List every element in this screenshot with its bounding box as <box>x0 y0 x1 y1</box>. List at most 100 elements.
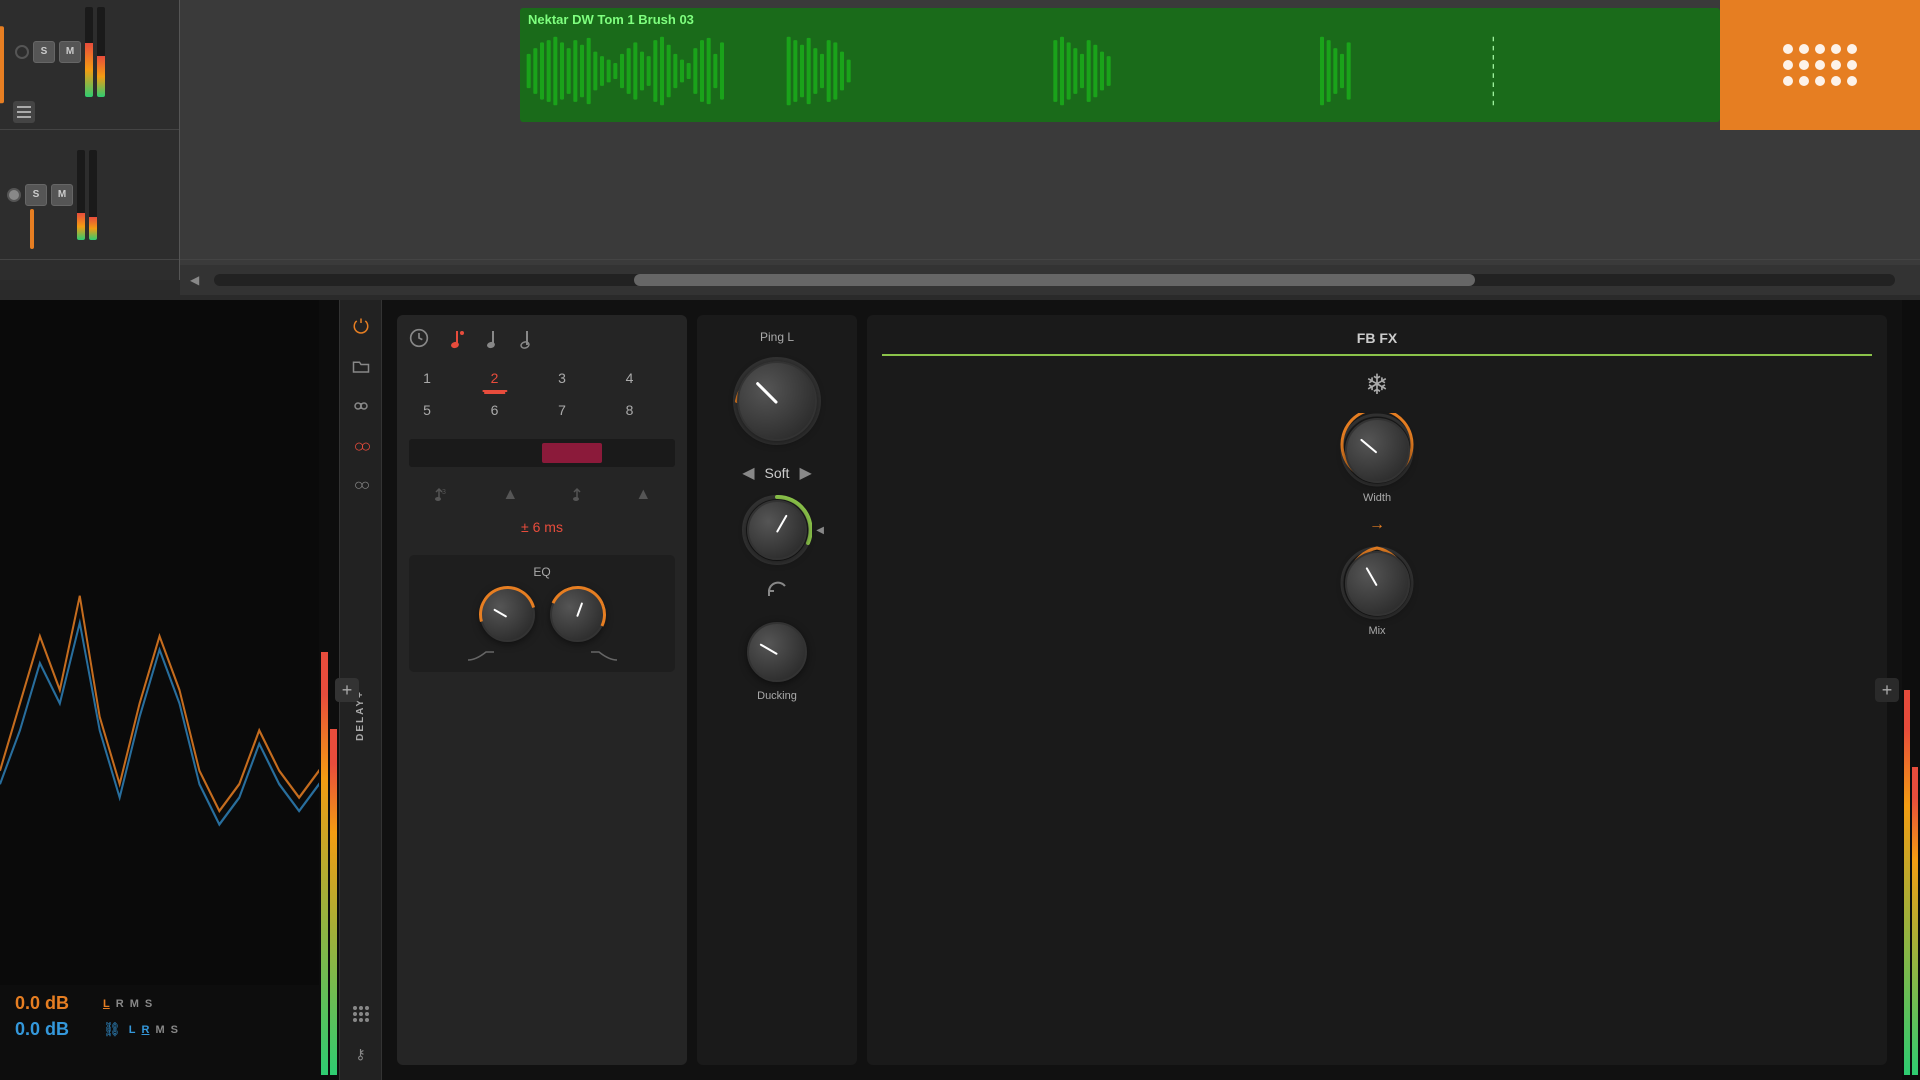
plugin-content: 1 2 3 4 5 6 7 8 <box>382 300 1902 1080</box>
db-row-blue: 0.0 dB ⛓ L R M S <box>15 1019 324 1040</box>
track-solo-1[interactable]: S <box>33 41 55 63</box>
soft-label: Soft <box>765 465 790 481</box>
note-up-arrow[interactable]: 3 <box>433 485 455 501</box>
ping-label: Ping L <box>760 330 794 344</box>
sidebar-folder-icon[interactable] <box>345 350 377 382</box>
sidebar-link-icon[interactable] <box>345 390 377 422</box>
delay-progress-bar[interactable] <box>409 439 675 467</box>
lrms-L-orange: L <box>103 998 110 1010</box>
sidebar-grid-icon[interactable] <box>345 998 377 1030</box>
reset-button[interactable] <box>765 577 789 606</box>
track-row-1: S M <box>0 0 179 130</box>
time-value-display: ± 6 ms <box>409 519 675 535</box>
ducking-label: Ducking <box>757 690 797 702</box>
eq-knob-2-container <box>550 587 605 642</box>
db-value-orange: 0.0 dB <box>15 993 95 1014</box>
width-knob[interactable] <box>1345 418 1410 483</box>
eq-knobs <box>419 587 665 642</box>
sidebar-power-icon[interactable] <box>345 310 377 342</box>
lrms-S-orange: S <box>145 998 152 1010</box>
lrms-orange: L R M S <box>103 998 152 1010</box>
link-icon[interactable]: ⛓ <box>103 1021 121 1038</box>
eq-curve-indicators <box>419 650 665 662</box>
eq-knob-2[interactable] <box>550 587 605 642</box>
fbfx-section: FB FX ❄ Width <box>867 315 1887 1065</box>
triplet-icon: 3 <box>433 485 455 504</box>
eq-curve-low <box>466 650 496 662</box>
lrms-R-orange: R <box>116 998 124 1010</box>
num-btn-8[interactable]: 8 <box>612 396 648 424</box>
delay-progress-fill <box>542 443 602 463</box>
eq-knob-1[interactable] <box>480 587 535 642</box>
half-note-icon[interactable] <box>519 327 535 349</box>
add-track-button[interactable]: + <box>335 678 359 702</box>
track-level-1b <box>97 7 105 97</box>
right-meter-right <box>1912 305 1918 1075</box>
num-btn-5[interactable]: 5 <box>409 396 445 424</box>
fbfx-header: FB FX <box>882 330 1872 356</box>
eq-label: EQ <box>419 565 665 579</box>
ducking-knob-container: Ducking <box>743 618 811 702</box>
track-mute-2[interactable]: M <box>51 184 73 206</box>
lrms-blue: L R M S <box>129 1024 178 1036</box>
waveform-area-2 <box>180 130 1920 260</box>
lrms-S-blue: S <box>171 1024 178 1036</box>
time-icons-row <box>409 327 675 349</box>
track-record-1[interactable] <box>15 45 29 59</box>
freeze-button-container: ❄ <box>882 368 1872 401</box>
mix-knob-container: Mix <box>882 546 1872 637</box>
mix-knob[interactable] <box>1345 551 1410 616</box>
fbfx-add-button[interactable]: + <box>1875 678 1899 702</box>
soft-next-arrow[interactable]: ▶ <box>799 463 811 483</box>
track-mute-1[interactable]: M <box>59 41 81 63</box>
width-label: Width <box>1363 492 1391 504</box>
track-solo-2[interactable]: S <box>25 184 47 206</box>
bitwig-logo <box>1783 44 1857 86</box>
feedback-indicator-arrow: ◀ <box>816 525 824 536</box>
eq-knob-1-container <box>480 587 535 642</box>
sidebar-circle-pair-icon[interactable]: ○○ <box>345 430 377 462</box>
svg-text:3: 3 <box>442 489 446 496</box>
num-btn-7[interactable]: 7 <box>544 396 580 424</box>
num-btn-3[interactable]: 3 <box>544 364 580 392</box>
num-btn-4[interactable]: 4 <box>612 364 648 392</box>
sidebar-key-icon[interactable]: ⚷ <box>345 1038 377 1070</box>
clip-title: Nektar DW Tom 1 Brush 03 <box>520 8 1720 31</box>
main-knob-container <box>732 356 822 446</box>
eq-section: EQ <box>409 555 675 672</box>
freeze-button[interactable]: ❄ <box>1365 368 1388 401</box>
dotted-note-icon[interactable] <box>447 327 467 349</box>
lrms-M-blue: M <box>155 1024 164 1036</box>
feedback-knob[interactable] <box>747 500 807 560</box>
num-btn-2[interactable]: 2 <box>477 364 513 392</box>
db-value-blue: 0.0 dB <box>15 1019 95 1040</box>
scrollbar-thumb[interactable] <box>634 274 1474 286</box>
clock-icon[interactable] <box>409 328 429 348</box>
num-btn-1[interactable]: 1 <box>409 364 445 392</box>
track-menu-1[interactable] <box>13 101 35 123</box>
track-record-2[interactable] <box>7 188 21 202</box>
track-row-2: S M <box>0 130 179 260</box>
daw-scrollbar[interactable]: ◀ <box>180 265 1920 295</box>
track-level-2 <box>77 150 85 240</box>
main-knob[interactable] <box>737 361 817 441</box>
plugin-icon[interactable] <box>1720 0 1920 130</box>
scrollbar-track[interactable] <box>214 274 1895 286</box>
middle-section: Ping L ◀ Soft <box>697 315 857 1065</box>
delay-section: 1 2 3 4 5 6 7 8 <box>397 315 687 1065</box>
sidebar-mic-pair-icon[interactable]: ○○ <box>345 470 377 502</box>
num-btn-6[interactable]: 6 <box>477 396 513 424</box>
arrow-up-right-icon[interactable]: ▲ <box>635 486 651 504</box>
lrms-M-orange: M <box>130 998 139 1010</box>
soft-prev-arrow[interactable]: ◀ <box>742 463 754 483</box>
scroll-left-arrow[interactable]: ◀ <box>190 273 199 287</box>
track-level-2b <box>89 150 97 240</box>
ducking-knob[interactable] <box>747 622 807 682</box>
waveform-clip[interactable]: Nektar DW Tom 1 Brush 03 <box>520 8 1720 122</box>
note-arrow-icon[interactable] <box>566 485 588 504</box>
number-grid: 1 2 3 4 5 6 7 8 <box>409 364 675 424</box>
quarter-note-icon[interactable] <box>485 327 501 349</box>
arrow-up-icon[interactable]: ▲ <box>502 486 518 504</box>
track-orange-bar-1 <box>0 26 4 103</box>
analyzer-panel: 0.0 dB L R M S 0.0 dB ⛓ L R M S <box>0 300 340 1080</box>
